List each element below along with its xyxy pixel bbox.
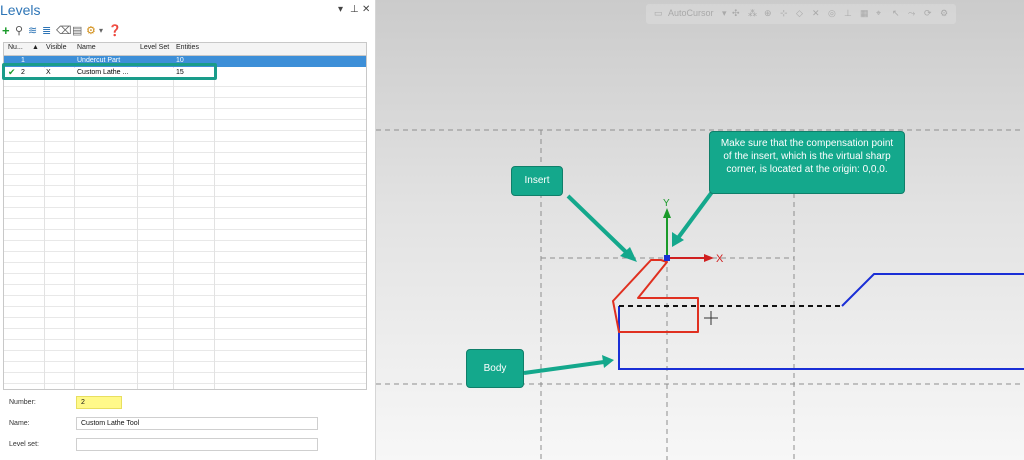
body-outline[interactable] (618, 306, 1024, 370)
gear-icon[interactable]: ⚙ (86, 24, 96, 38)
crosshair-cursor-icon (704, 311, 718, 325)
pin-icon[interactable]: ⊥ (350, 4, 359, 15)
name-label: Name: (9, 420, 30, 427)
levels-grid: Nu... ▲ Visible Name Level Set Entities … (3, 42, 367, 390)
graphics-viewport[interactable]: ▭ AutoCursor ▾ ✣ ⁂ ⊕ ⊹ ◇ ✕ ◎ ⊥ ▦ ⌖ ↖ ⤳ ⟳… (376, 0, 1024, 460)
eraser-icon[interactable]: ⌫ (56, 24, 72, 38)
close-icon[interactable]: ✕ (362, 4, 370, 15)
grid-header: Nu... ▲ Visible Name Level Set Entities (4, 43, 366, 56)
insert-outline[interactable] (612, 259, 699, 333)
help-icon[interactable]: ❓ (108, 24, 122, 38)
note-callout: Make sure that the compensation point of… (709, 131, 905, 194)
column-divider (173, 43, 174, 389)
origin-point[interactable] (664, 255, 670, 261)
panel-menu-icon[interactable]: ▾ (338, 4, 343, 15)
header-name[interactable]: Name (77, 44, 96, 51)
body-arrowhead-icon (602, 355, 614, 368)
column-divider (44, 43, 45, 389)
column-divider (137, 43, 138, 389)
level-set-label: Level set: (9, 441, 39, 448)
x-axis-label: X (716, 253, 724, 265)
row-highlight-box (2, 63, 217, 80)
name-field[interactable]: Custom Lathe Tool (76, 417, 318, 430)
panel-title: Levels (0, 2, 41, 18)
layers-stack-icon[interactable]: ≣ (42, 24, 51, 38)
body-arrow (523, 360, 605, 375)
construction-lines (376, 129, 1024, 460)
levels-panel: Levels ▾ ⊥ ✕ + ⚲ ≋ ≣ ⌫ ▤ ⚙ ▾ ❓ Nu... ▲ V… (0, 0, 376, 460)
calculator-icon[interactable]: ▤ (72, 24, 82, 38)
search-icon[interactable]: ⚲ (15, 24, 23, 38)
sort-ascending-icon[interactable]: ▲ (32, 44, 39, 51)
levels-toolbar: + ⚲ ≋ ≣ ⌫ ▤ ⚙ ▾ ❓ (0, 24, 375, 40)
body-outline-step[interactable] (841, 273, 1024, 307)
header-visible[interactable]: Visible (46, 44, 67, 51)
column-divider (214, 43, 215, 389)
header-entities[interactable]: Entities (176, 44, 199, 51)
level-set-field[interactable] (76, 438, 318, 451)
body-callout: Body (466, 349, 524, 388)
insert-callout: Insert (511, 166, 563, 196)
number-label: Number: (9, 399, 36, 406)
gear-dropdown-icon[interactable]: ▾ (99, 24, 103, 38)
y-axis-arrow-icon (663, 208, 671, 218)
column-divider (74, 43, 75, 389)
geometry-canvas[interactable]: Y X (376, 0, 1024, 460)
header-level-set[interactable]: Level Set (140, 44, 169, 51)
y-axis-label: Y (663, 198, 670, 209)
number-field[interactable]: 2 (76, 396, 122, 409)
add-icon[interactable]: + (2, 24, 10, 37)
x-axis-arrow-icon (704, 254, 714, 262)
header-number[interactable]: Nu... (8, 44, 23, 51)
note-arrow (676, 190, 714, 240)
level-properties: Number: 2 Name: Custom Lathe Tool Level … (0, 392, 375, 460)
insert-arrow (566, 194, 629, 255)
levels-titlebar: Levels ▾ ⊥ ✕ (0, 0, 375, 22)
layers-icon[interactable]: ≋ (28, 24, 37, 38)
